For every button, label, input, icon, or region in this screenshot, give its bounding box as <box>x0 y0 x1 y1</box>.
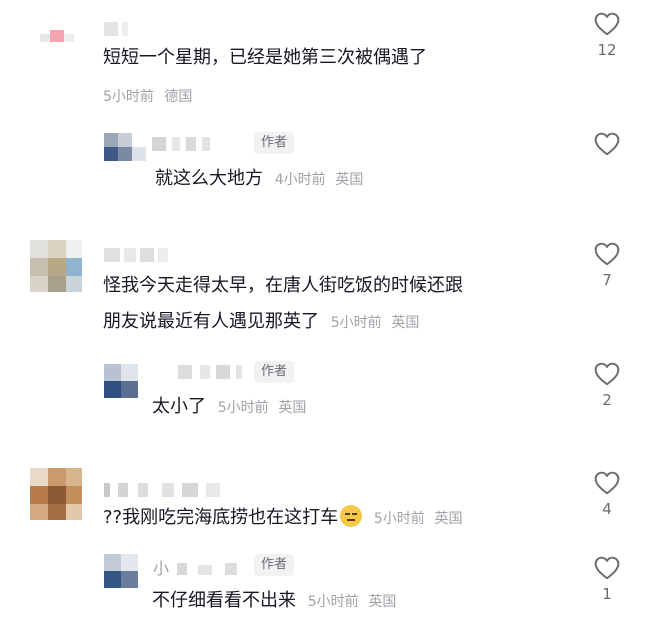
heart-icon <box>594 556 620 580</box>
like-count: 12 <box>597 41 617 59</box>
heart-icon <box>594 471 620 495</box>
reply-time: 4小时前 <box>274 172 326 188</box>
heart-icon <box>594 132 620 156</box>
reply-username[interactable]: 小 <box>153 555 238 578</box>
like-button[interactable]: 4 <box>585 471 629 518</box>
reply-like-button[interactable]: 2 <box>585 362 629 409</box>
reply-content: 就这么大地方 <box>155 168 263 189</box>
reply-username-visible: 小 <box>153 559 170 578</box>
comment-text-line-2-content: 朋友说最近有人遇见那英了 <box>103 311 319 332</box>
expressionless-face-icon <box>340 505 363 527</box>
author-badge: 作者 <box>254 361 295 383</box>
comment-text-line-1: 怪我今天走得太早，在唐人街吃饭的时候还跟 <box>103 275 463 296</box>
comment-text: 短短一个星期，已经是她第三次被偶遇了 <box>103 47 427 68</box>
author-badge: 作者 <box>254 132 295 154</box>
avatar[interactable] <box>30 240 82 292</box>
comment-time: 5小时前 <box>330 315 382 331</box>
reply-avatar[interactable] <box>104 554 138 588</box>
reply-text: 就这么大地方 4小时前 英国 <box>155 166 363 193</box>
reply-location: 英国 <box>368 594 397 610</box>
comment-text-line-2: 朋友说最近有人遇见那英了 5小时前 英国 <box>103 309 419 336</box>
like-button[interactable]: 7 <box>585 242 629 289</box>
comment-location: 德国 <box>164 89 193 105</box>
reply-time: 5小时前 <box>307 594 359 610</box>
avatar[interactable] <box>40 18 74 52</box>
comment-time: 5小时前 <box>103 89 154 105</box>
reply-content: 不仔细看看不出来 <box>152 590 296 611</box>
reply-location: 英国 <box>278 400 307 416</box>
like-button[interactable]: 12 <box>585 12 629 59</box>
reply-avatar[interactable] <box>104 364 138 398</box>
reply-text: 不仔细看看不出来 5小时前 英国 <box>152 588 396 615</box>
heart-icon <box>594 12 620 36</box>
reply-content: 太小了 <box>152 396 206 417</box>
reply-avatar[interactable] <box>104 133 146 167</box>
like-count: 1 <box>602 585 612 603</box>
comment-time: 5小时前 <box>373 511 425 527</box>
like-count: 2 <box>602 391 612 409</box>
comment-text: ??我刚吃完海底捞也在这打车 5小时前 英国 <box>103 505 463 532</box>
reply-text: 太小了 5小时前 英国 <box>152 394 306 421</box>
heart-icon <box>594 242 620 266</box>
comment-content: ??我刚吃完海底捞也在这打车 <box>103 507 339 528</box>
like-count: 4 <box>602 500 612 518</box>
comment-location: 英国 <box>434 511 463 527</box>
reply-like-button[interactable] <box>585 132 629 161</box>
comment-meta: 5小时前 德国 <box>103 86 192 106</box>
avatar[interactable] <box>30 468 82 520</box>
reply-location: 英国 <box>335 172 364 188</box>
heart-icon <box>594 362 620 386</box>
comment-location: 英国 <box>391 315 420 331</box>
like-count: 7 <box>602 271 612 289</box>
author-badge: 作者 <box>254 554 295 576</box>
reply-time: 5小时前 <box>217 400 269 416</box>
reply-like-button[interactable]: 1 <box>585 556 629 603</box>
